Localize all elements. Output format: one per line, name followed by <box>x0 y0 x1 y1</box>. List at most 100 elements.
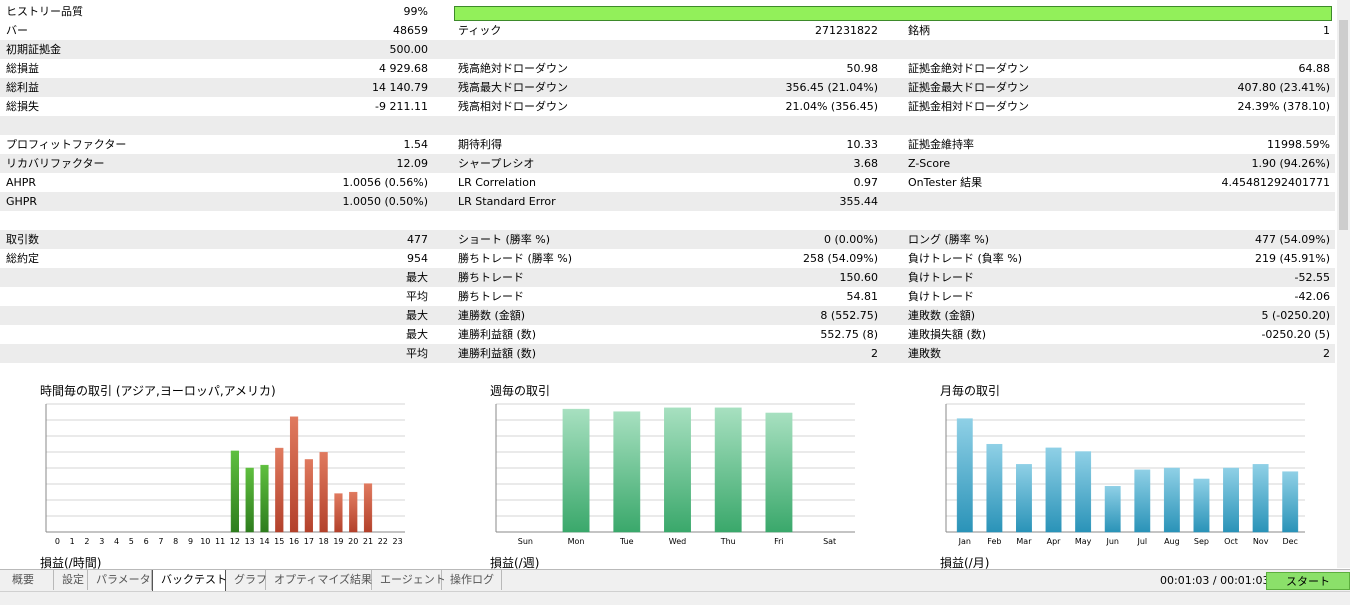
stat-label <box>902 40 1162 59</box>
weekly-chart: 週毎の取引 0255075100SunMonTueWedThuFriSat 損益… <box>490 380 870 570</box>
tab-7[interactable]: 操作ログ <box>442 570 502 590</box>
stat-label <box>0 306 300 325</box>
weekly-bar <box>613 411 641 533</box>
stat-label: 証拠金最大ドローダウン <box>908 81 1029 94</box>
tab-3[interactable]: バックテスト <box>152 570 227 592</box>
weekly-x-tick: Tue <box>619 537 634 546</box>
hourly-bar <box>245 467 254 533</box>
stat-value <box>300 116 430 135</box>
stat-label: 総約定 <box>6 252 39 265</box>
monthly-bar <box>1252 464 1269 533</box>
stats-row: バー 48659 ティック 271231822 銘柄 1 <box>0 21 1335 40</box>
stat-value: 219 (45.91%) <box>1254 252 1330 265</box>
stat-label: 期待利得 <box>458 138 502 151</box>
stat-value: 2 <box>871 347 878 360</box>
hourly-x-tick: 22 <box>378 537 388 546</box>
hourly-bar <box>230 450 239 533</box>
weekly-x-tick: Fri <box>774 537 784 546</box>
stat-label: 勝ちトレード (勝率 %) <box>458 252 573 265</box>
stat-label: ティック <box>458 24 502 37</box>
stat-value <box>1150 211 1332 230</box>
stat-value: 64.88 <box>1298 62 1331 75</box>
stat-label: 連敗数 (金額) <box>908 309 976 322</box>
scrollbar-thumb[interactable] <box>1339 20 1348 230</box>
hourly-x-tick: 10 <box>200 537 210 546</box>
hourly-x-tick: 16 <box>289 537 299 546</box>
stats-row: 総利益 14 140.79 残高最大ドローダウン 356.45 (21.04%) 証拠金… <box>0 78 1335 97</box>
hourly-x-tick: 9 <box>188 537 193 546</box>
stat-label <box>0 344 300 363</box>
stat-label: 負けトレード <box>908 290 974 303</box>
stat-label <box>902 211 1162 230</box>
stat-label <box>452 40 712 59</box>
monthly-x-tick: Nov <box>1253 537 1269 546</box>
tab-0[interactable]: 概要 <box>4 570 54 590</box>
stats-row <box>0 211 1335 230</box>
hourly-bar <box>304 459 313 533</box>
tab-4[interactable]: グラフ <box>226 570 267 590</box>
stat-label: 残高絶対ドローダウン <box>458 62 568 75</box>
monthly-bar <box>1075 451 1092 533</box>
stat-label <box>0 116 300 135</box>
tab-6[interactable]: エージェント <box>372 570 446 590</box>
stat-value: 150.60 <box>839 271 879 284</box>
monthly-bar <box>1193 478 1210 533</box>
stat-value: 1.0056 (0.56%) <box>342 176 428 189</box>
stat-label: 総損益 <box>6 62 39 75</box>
hourly-x-tick: 19 <box>333 537 343 546</box>
monthly-x-tick: Mar <box>1016 537 1032 546</box>
weekly-x-tick: Thu <box>720 537 736 546</box>
stats-row: 最大 勝ちトレード 150.60 負けトレード -52.55 <box>0 268 1335 287</box>
stat-value: 258 (54.09%) <box>802 252 878 265</box>
stat-value: 1.90 (94.26%) <box>1251 157 1330 170</box>
stat-label: 取引数 <box>6 233 39 246</box>
stats-row: 最大 連勝数 (金額) 8 (552.75) 連敗数 (金額) 5 (-0250.20) <box>0 306 1335 325</box>
stat-label <box>452 116 712 135</box>
weekly-x-tick: Sun <box>518 537 533 546</box>
hourly-x-tick: 3 <box>99 537 104 546</box>
stat-label: 初期証拠金 <box>6 43 61 56</box>
hourly-x-tick: 18 <box>319 537 329 546</box>
weekly-x-tick: Wed <box>669 537 686 546</box>
stat-value <box>700 40 880 59</box>
monthly-x-tick: Apr <box>1047 537 1062 546</box>
hourly-x-tick: 23 <box>393 537 403 546</box>
monthly-bar <box>1282 471 1299 533</box>
stat-label: プロフィットファクター <box>6 138 127 151</box>
monthly-x-tick: Jun <box>1105 537 1119 546</box>
stat-label <box>902 116 1162 135</box>
start-button[interactable]: スタート <box>1266 572 1350 590</box>
stats-row: 最大 連勝利益額 (数) 552.75 (8) 連敗損失額 (数) -0250.20 (… <box>0 325 1335 344</box>
stats-row: 平均 勝ちトレード 54.81 負けトレード -42.06 <box>0 287 1335 306</box>
stat-label: 証拠金維持率 <box>908 138 974 151</box>
stat-value: 最大 <box>406 328 428 341</box>
stat-value: 4.45481292401771 <box>1221 176 1330 189</box>
hourly-x-tick: 2 <box>84 537 89 546</box>
weekly-chart-svg: 0255075100SunMonTueWedThuFriSat <box>495 403 855 546</box>
tab-1[interactable]: 設定 <box>54 570 88 590</box>
hourly-x-tick: 6 <box>144 537 149 546</box>
hourly-chart-title: 時間毎の取引 (アジア,ヨーロッパ,アメリカ) <box>40 384 276 398</box>
monthly-bar <box>1104 486 1121 533</box>
hourly-x-tick: 15 <box>274 537 284 546</box>
hourly-bar <box>349 491 358 533</box>
tab-2[interactable]: パラメータ <box>88 570 152 590</box>
stat-value: 271231822 <box>815 24 878 37</box>
stats-row: 取引数 477 ショート (勝率 %) 0 (0.00%) ロング (勝率 %) 477 … <box>0 230 1335 249</box>
stats-row: GHPR 1.0050 (0.50%) LR Standard Error 355.4… <box>0 192 1335 211</box>
hourly-x-tick: 7 <box>158 537 163 546</box>
vertical-scrollbar[interactable] <box>1337 0 1350 568</box>
stat-label: 負けトレード (負率 %) <box>908 252 1023 265</box>
weekly-bar <box>765 412 793 533</box>
stat-value <box>300 211 430 230</box>
stat-value <box>1150 116 1332 135</box>
history-quality-row: ヒストリー品質 99% <box>0 2 1335 21</box>
stat-value <box>1150 40 1332 59</box>
monthly-chart-svg: 03570JanFebMarAprMayJunJulAugSepOctNovDe… <box>945 403 1305 546</box>
stats-row: 総損益 4 929.68 残高絶対ドローダウン 50.98 証拠金絶対ドローダウン 64.… <box>0 59 1335 78</box>
hourly-bar <box>334 493 343 533</box>
history-quality-label: ヒストリー品質 <box>6 5 83 18</box>
weekly-bar <box>664 407 691 533</box>
tab-5[interactable]: オプティマイズ結果 <box>266 570 372 590</box>
stat-value: 平均 <box>406 347 428 360</box>
